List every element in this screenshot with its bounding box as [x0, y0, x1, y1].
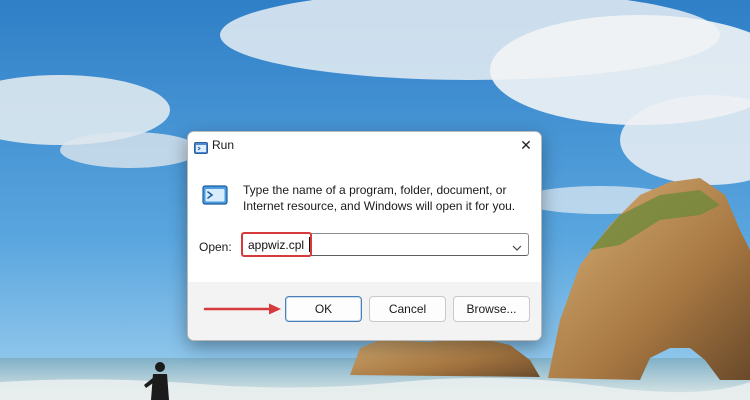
pointer-arrow-annotation: [203, 303, 281, 315]
dialog-title: Run: [212, 138, 235, 152]
cancel-button[interactable]: Cancel: [369, 296, 446, 322]
ok-button[interactable]: OK: [285, 296, 362, 322]
run-app-icon: [194, 139, 208, 154]
input-highlight-box: [241, 232, 312, 257]
title-bar[interactable]: Run ✕: [188, 132, 541, 160]
dialog-body: Type the name of a program, folder, docu…: [188, 160, 541, 282]
browse-button[interactable]: Browse...: [453, 296, 530, 322]
run-app-icon: [202, 184, 228, 206]
open-label: Open:: [199, 240, 232, 254]
close-button[interactable]: ✕: [511, 132, 541, 160]
chevron-down-icon: [512, 236, 522, 255]
dropdown-button[interactable]: [509, 236, 525, 254]
dialog-description: Type the name of a program, folder, docu…: [243, 183, 516, 213]
close-icon: ✕: [520, 138, 532, 154]
